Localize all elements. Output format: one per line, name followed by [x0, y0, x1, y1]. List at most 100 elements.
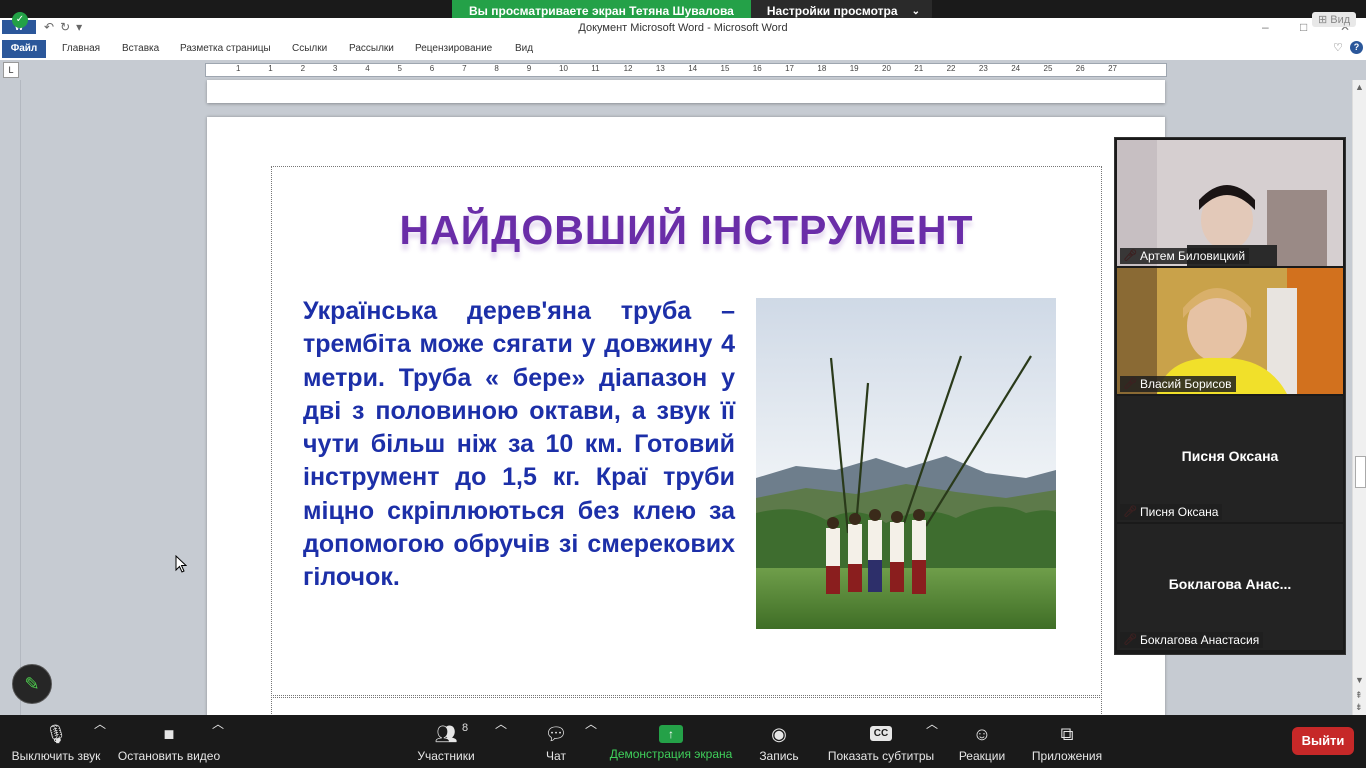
participant-tile[interactable]: Писня Оксана 🎤︎ Писня Оксана — [1117, 396, 1343, 522]
camera-icon: ■ — [163, 724, 175, 744]
participant-name: Власий Борисов — [1120, 376, 1236, 392]
participant-display-name: Боклагова Анас... — [1168, 576, 1292, 592]
previous-page — [207, 80, 1165, 103]
reactions-button[interactable]: ☺︎ Реакции — [954, 715, 1010, 768]
participants-button[interactable]: 👥︎ Участники — [412, 715, 480, 768]
tab-references[interactable]: Ссылки — [292, 43, 327, 54]
pencil-icon[interactable]: ✎ — [12, 664, 52, 704]
audio-options-caret[interactable]: ︿ — [94, 715, 106, 768]
record-button[interactable]: ◉ Запись — [754, 715, 804, 768]
ruler-number: 8 — [494, 64, 499, 73]
tab-stop-selector[interactable]: L — [3, 62, 19, 78]
participant-tile[interactable]: Боклагова Анас... 🎤︎ Боклагова Анастасия — [1117, 524, 1343, 650]
apps-icon: ⧉ — [1060, 724, 1074, 744]
slide-image: НАЙДОВШИЙ ІНСТРУМЕНТ Українська дерев'ян… — [271, 166, 1102, 696]
ruler-number: 12 — [623, 64, 633, 73]
share-screen-icon: ↑ — [659, 725, 683, 743]
zoom-view-label: Вид — [1330, 14, 1351, 26]
ruler-number: 27 — [1108, 64, 1117, 73]
ruler-number: 10 — [559, 64, 568, 73]
cursor-icon — [175, 555, 187, 573]
help-icon[interactable]: ? — [1350, 41, 1363, 54]
ruler-number: 5 — [397, 64, 402, 73]
ruler-number: 11 — [591, 64, 600, 73]
ribbon-tabs: Файл Главная Вставка Разметка страницы С… — [0, 38, 1366, 61]
chat-icon: 💬︎ — [544, 724, 568, 744]
tab-mailings[interactable]: Рассылки — [349, 43, 394, 54]
microphone-icon: 🎙︎ — [44, 724, 68, 744]
mute-button[interactable]: 🎙︎ Выключить звук — [8, 715, 104, 768]
ruler-number: 17 — [785, 64, 794, 73]
participant-tile[interactable]: 🎤︎ Артем Биловицкий — [1117, 140, 1343, 266]
window-title: Документ Microsoft Word - Microsoft Word — [578, 22, 788, 34]
video-gallery: 🎤︎ Артем Биловицкий 🎤︎ Власий Борисов Пи… — [1114, 137, 1346, 655]
next-page-icon[interactable]: ⇟ — [1355, 702, 1363, 713]
ruler-number: 22 — [946, 64, 956, 73]
zoom-view-button[interactable]: ⊞ Вид — [1312, 12, 1357, 27]
cc-badge: CC — [869, 726, 893, 741]
scroll-down-icon[interactable]: ▼ — [1355, 675, 1364, 685]
ruler-number: 7 — [462, 64, 467, 73]
ruler-number: 3 — [332, 64, 338, 73]
vertical-scrollbar[interactable]: ▲ ▼ ⇞ ⇟ — [1352, 80, 1366, 715]
captions-label: Показать субтитры — [827, 749, 935, 763]
video-options-caret[interactable]: ︿ — [212, 715, 224, 768]
tab-home[interactable]: Главная — [62, 43, 100, 54]
apps-label: Приложения — [1031, 749, 1103, 763]
ruler-number: 2 — [300, 64, 306, 73]
stop-video-button[interactable]: ■ Остановить видео — [114, 715, 224, 768]
participant-name: Артем Биловицкий — [1120, 248, 1250, 264]
captions-icon: CC — [826, 723, 936, 745]
meeting-toolbar: 🎙︎ Выключить звук ︿ ■ Остановить видео ︿… — [0, 715, 1366, 768]
minimize-icon[interactable]: – — [1262, 20, 1269, 34]
captions-button[interactable]: CC Показать субтитры — [826, 715, 936, 768]
tab-insert[interactable]: Вставка — [122, 43, 159, 54]
ruler-number: 21 — [914, 64, 924, 73]
vertical-ruler — [0, 80, 21, 715]
ruler-number: 1 — [236, 64, 241, 73]
tab-file[interactable]: Файл — [2, 40, 46, 58]
reactions-label: Реакции — [958, 749, 1006, 763]
record-icon: ◉ — [771, 724, 787, 744]
chat-label: Чат — [546, 749, 566, 763]
ruler-number: 25 — [1043, 64, 1053, 73]
maximize-icon[interactable]: □ — [1300, 20, 1307, 34]
ruler-number: 16 — [752, 64, 762, 73]
tab-review[interactable]: Рецензирование — [415, 43, 492, 54]
ruler-number: 1 — [268, 64, 273, 73]
slide-body-text: Українська дерев'яна труба – трембіта мо… — [303, 297, 735, 592]
chat-caret[interactable]: ︿ — [585, 715, 597, 768]
ruler-number: 9 — [526, 64, 532, 73]
participants-icon: 👥︎ — [434, 724, 458, 744]
horizontal-ruler[interactable]: 1 1 2 3 4 5 6 7 8 9 10 11 12 13 14 15 16 17 18 19 20 21 22 23 24… — [205, 63, 1167, 77]
ribbon-collapse-icon[interactable]: ♡ — [1333, 41, 1343, 54]
scroll-up-icon[interactable]: ▲ — [1355, 82, 1364, 92]
view-options-label: Настройки просмотра — [766, 4, 898, 18]
apps-button[interactable]: ⧉ Приложения — [1028, 715, 1106, 768]
ruler-number: 13 — [655, 64, 665, 73]
reactions-icon: ☺︎ — [972, 724, 992, 744]
participant-name: Боклагова Анастасия — [1120, 632, 1264, 648]
tab-page-layout[interactable]: Разметка страницы — [180, 43, 271, 54]
participant-name: Писня Оксана — [1120, 504, 1223, 520]
share-screen-button[interactable]: ↑ Демонстрация экрана — [606, 715, 736, 768]
ruler-number: 15 — [720, 64, 730, 73]
record-label: Запись — [759, 749, 799, 763]
leave-button[interactable]: Выйти — [1292, 727, 1354, 755]
tab-view[interactable]: Вид — [515, 43, 533, 54]
ruler-number: 4 — [365, 64, 370, 73]
participant-display-name: Писня Оксана — [1181, 448, 1279, 464]
scroll-thumb[interactable] — [1355, 456, 1366, 488]
ruler-number: 18 — [817, 64, 827, 73]
slide-title: НАЙДОВШИЙ ІНСТРУМЕНТ — [399, 207, 974, 253]
prev-page-icon[interactable]: ⇞ — [1355, 690, 1363, 701]
participants-caret[interactable]: ︿ — [495, 715, 507, 768]
ruler-number: 26 — [1075, 64, 1085, 73]
chevron-down-icon: ⌄ — [911, 5, 920, 17]
captions-caret[interactable]: ︿ — [926, 715, 938, 768]
ruler-number: 23 — [978, 64, 988, 73]
chat-button[interactable]: 💬︎ Чат — [536, 715, 576, 768]
participant-tile[interactable]: 🎤︎ Власий Борисов — [1117, 268, 1343, 394]
ruler-number: 6 — [429, 64, 435, 73]
stop-video-label: Остановить видео — [117, 749, 221, 763]
